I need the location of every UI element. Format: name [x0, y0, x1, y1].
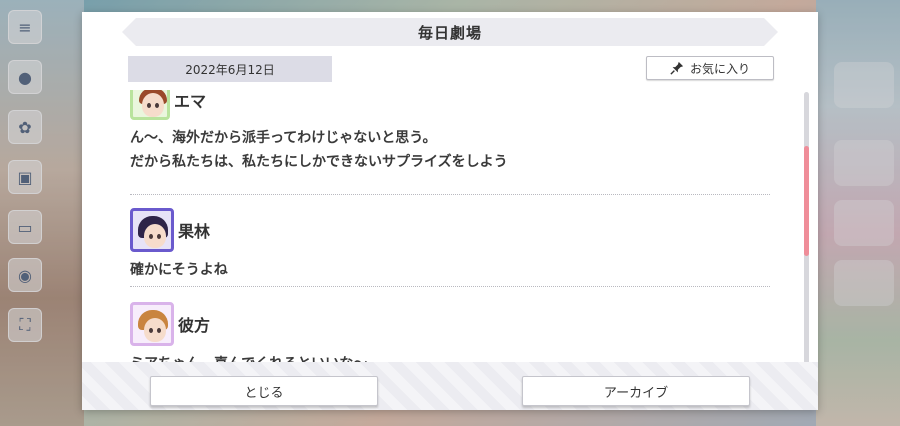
scrollbar[interactable]: [804, 92, 809, 364]
daily-theater-dialog: 毎日劇場 2022年6月12日 お気に入り エマ ん〜、海外だから派手ってわけじ…: [82, 12, 818, 410]
close-button[interactable]: とじる: [150, 376, 378, 406]
speaker-name: エマ: [174, 92, 207, 111]
favorite-label: お気に入り: [689, 61, 750, 76]
speaker-name: 彼方: [178, 316, 211, 335]
dialogue-line: だから私たちは、私たちにしかできないサプライズをしよう: [130, 154, 508, 170]
separator: [130, 286, 770, 287]
dialogue-line: ん〜、海外だから派手ってわけじゃないと思う。: [130, 130, 437, 146]
archive-button[interactable]: アーカイブ: [522, 376, 750, 406]
dialog-title: 毎日劇場: [417, 23, 482, 42]
dialogue-line: 確かにそうよね: [130, 262, 228, 278]
scrollbar-thumb[interactable]: [804, 146, 809, 256]
dialog-title-bar: 毎日劇場: [122, 18, 778, 46]
dialogue-entry: 果林 確かにそうよね: [130, 208, 770, 282]
dialogue-list[interactable]: エマ ん〜、海外だから派手ってわけじゃないと思う。 だから私たちは、私たちにしか…: [130, 90, 772, 366]
avatar-karin: [130, 208, 174, 252]
avatar-kanata: [130, 302, 174, 346]
separator: [130, 194, 770, 195]
pin-icon: [670, 61, 684, 75]
date-badge: 2022年6月12日: [128, 56, 332, 82]
avatar-emma: [130, 90, 170, 120]
dialogue-entry: 彼方 ミアちゃん、喜んでくれるといいな〜: [130, 302, 770, 366]
dialogue-entry: エマ ん〜、海外だから派手ってわけじゃないと思う。 だから私たちは、私たちにしか…: [130, 90, 770, 174]
favorite-button[interactable]: お気に入り: [646, 56, 774, 80]
speaker-name: 果林: [178, 222, 211, 241]
